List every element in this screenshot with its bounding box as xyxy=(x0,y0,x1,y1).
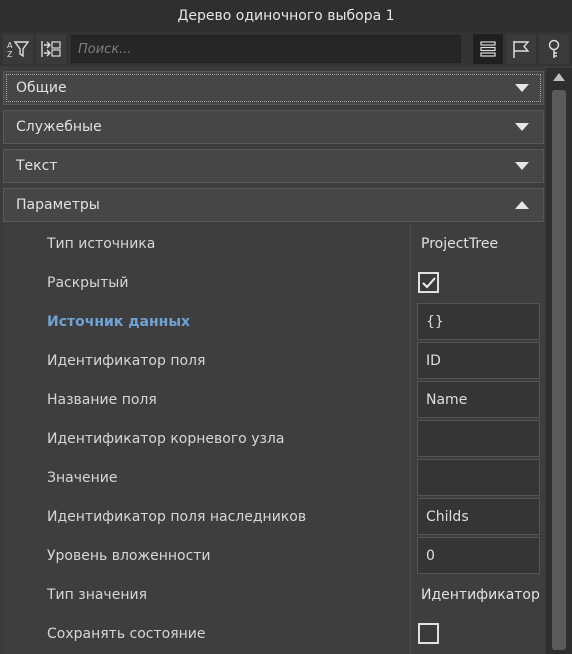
scrollbar-thumb[interactable] xyxy=(552,90,566,650)
value-input[interactable] xyxy=(417,459,540,496)
collapse-expand-button[interactable] xyxy=(36,34,66,64)
vertical-scrollbar[interactable] xyxy=(546,68,572,654)
svg-text:Z: Z xyxy=(7,50,13,59)
chevron-up-icon xyxy=(515,201,529,209)
list-view-icon xyxy=(480,41,496,57)
flag-button[interactable] xyxy=(506,34,536,64)
section-parameters[interactable]: Параметры xyxy=(3,188,544,222)
key-button[interactable] xyxy=(539,34,569,64)
param-row: Источник данных {} xyxy=(3,302,544,341)
param-label: Раскрытый xyxy=(47,274,129,291)
sort-filter-icon: A Z xyxy=(7,41,29,59)
param-row: Раскрытый xyxy=(3,263,544,302)
window-title-bar: Дерево одиночного выбора 1 xyxy=(0,0,572,32)
param-row: Тип источника ProjectTree xyxy=(3,224,544,263)
nesting-level-input[interactable]: 0 xyxy=(417,537,540,574)
param-row: Сохранять состояние xyxy=(3,614,544,653)
root-node-id-input[interactable] xyxy=(417,420,540,457)
toolbar: A Z xyxy=(0,32,572,66)
param-label: Источник данных xyxy=(47,313,191,330)
field-id-input[interactable]: ID xyxy=(417,342,540,379)
chevron-down-icon xyxy=(515,162,529,170)
svg-text:A: A xyxy=(7,41,13,50)
list-view-button[interactable] xyxy=(473,34,503,64)
children-field-id-input[interactable]: Childs xyxy=(417,498,540,535)
scroll-up-arrow-icon[interactable] xyxy=(552,72,566,82)
param-row: Идентификатор корневого узла xyxy=(3,419,544,458)
chevron-down-icon xyxy=(515,84,529,92)
section-general[interactable]: Общие xyxy=(3,71,544,105)
properties-panel: Общие Служебные Текст Параметры Тип исто… xyxy=(0,68,546,654)
param-row: Уровень вложенности 0 xyxy=(3,536,544,575)
search-input[interactable] xyxy=(71,35,461,63)
param-row: Значение xyxy=(3,458,544,497)
param-label: Идентификатор корневого узла xyxy=(47,430,285,447)
collapse-expand-icon xyxy=(41,41,61,57)
field-name-input[interactable]: Name xyxy=(417,381,540,418)
section-text[interactable]: Текст xyxy=(3,149,544,183)
save-state-checkbox[interactable] xyxy=(418,623,439,644)
param-label: Тип источника xyxy=(47,235,156,252)
param-label: Идентификатор поля xyxy=(47,352,206,369)
key-icon xyxy=(548,39,560,58)
param-label: Тип значения xyxy=(47,586,147,603)
flag-icon xyxy=(513,41,530,58)
section-label: Служебные xyxy=(16,119,102,135)
section-label: Параметры xyxy=(16,197,100,213)
param-row: Идентификатор поля наследников Childs xyxy=(3,497,544,536)
section-service[interactable]: Служебные xyxy=(3,110,544,144)
param-label: Сохранять состояние xyxy=(47,625,206,642)
section-label: Общие xyxy=(16,80,67,96)
section-label: Текст xyxy=(16,158,58,174)
param-row: Тип значения Идентификатор xyxy=(3,575,544,614)
param-label: Название поля xyxy=(47,391,157,408)
sort-filter-button[interactable]: A Z xyxy=(3,34,33,64)
chevron-down-icon xyxy=(515,123,529,131)
data-source-field[interactable]: {} xyxy=(417,303,540,340)
param-label: Значение xyxy=(47,469,118,486)
param-label: Идентификатор поля наследников xyxy=(47,508,307,525)
param-label: Уровень вложенности xyxy=(47,547,211,564)
expanded-checkbox[interactable] xyxy=(418,272,439,293)
param-value[interactable]: ProjectTree xyxy=(421,224,498,263)
param-row: Название поля Name xyxy=(3,380,544,419)
param-row: Идентификатор поля ID xyxy=(3,341,544,380)
checkmark-icon xyxy=(421,276,436,288)
param-value[interactable]: Идентификатор xyxy=(421,575,540,614)
window-title: Дерево одиночного выбора 1 xyxy=(177,8,395,24)
